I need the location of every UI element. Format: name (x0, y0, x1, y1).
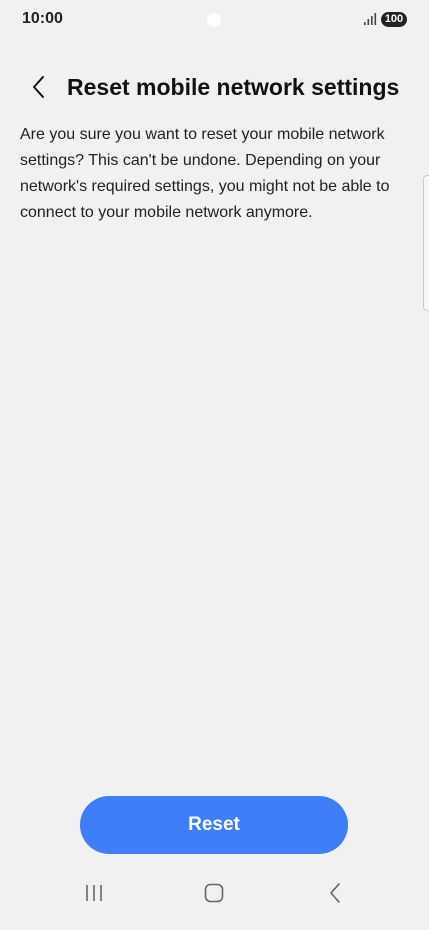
home-button[interactable] (194, 880, 234, 910)
scroll-indicator[interactable] (423, 175, 429, 311)
recents-icon (84, 884, 104, 907)
status-time: 10:00 (22, 10, 63, 27)
back-icon (328, 882, 342, 908)
recents-button[interactable] (74, 880, 114, 910)
back-button[interactable] (24, 74, 54, 104)
reset-description: Are you sure you want to reset your mobi… (20, 126, 390, 221)
signal-bars-icon (363, 12, 377, 26)
navigation-bar (0, 870, 429, 930)
status-bar: 10:00 100 (0, 0, 429, 40)
header: Reset mobile network settings (0, 64, 429, 112)
reset-button[interactable]: Reset (80, 796, 348, 854)
camera-cutout (207, 13, 221, 27)
battery-indicator: 100 (381, 12, 407, 27)
page-title: Reset mobile network settings (67, 74, 400, 100)
nav-back-button[interactable] (315, 880, 355, 910)
home-icon (204, 883, 224, 908)
chevron-left-icon (31, 75, 47, 104)
